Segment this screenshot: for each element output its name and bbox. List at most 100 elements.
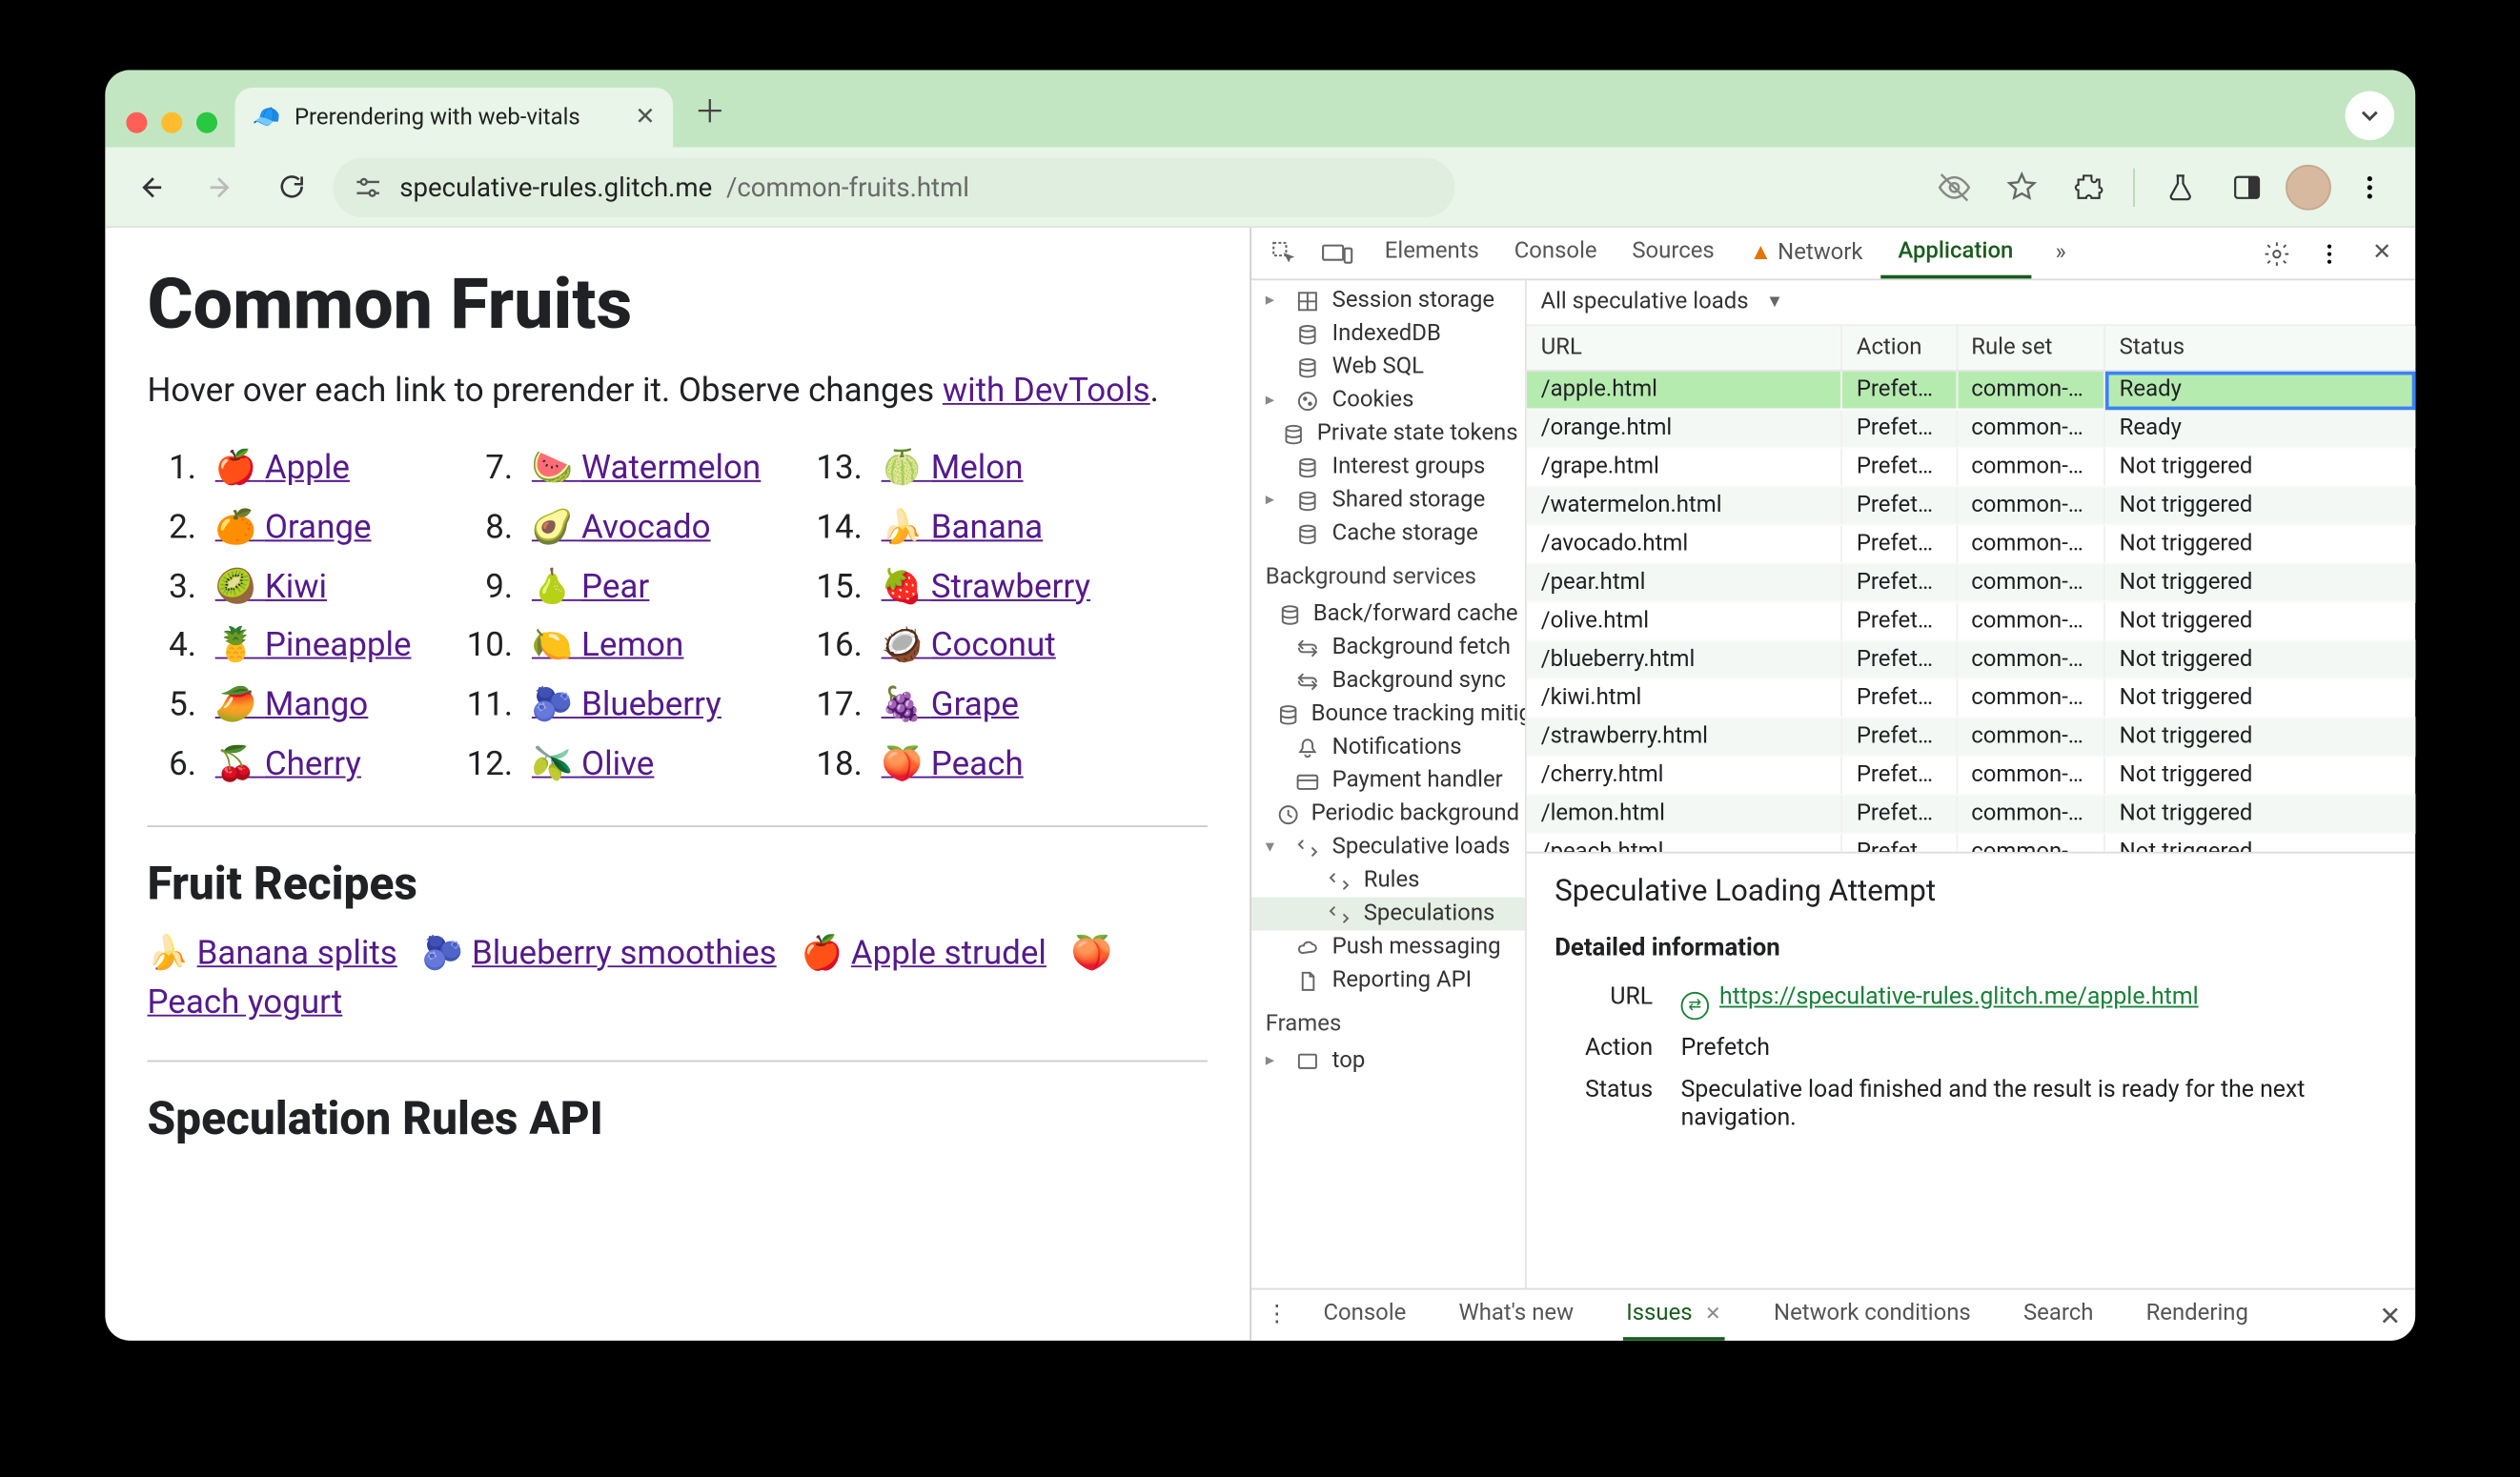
drawer-tab-search[interactable]: Search bbox=[2020, 1290, 2097, 1341]
sidebar-item[interactable]: Speculations bbox=[1251, 898, 1525, 931]
table-row[interactable]: /avocado.htmlPrefetchcommon-…Not trigger… bbox=[1527, 525, 2415, 563]
lead-link[interactable]: with DevTools bbox=[943, 370, 1150, 410]
drawer-tab-console[interactable]: Console bbox=[1320, 1290, 1410, 1341]
profile-avatar[interactable] bbox=[2286, 164, 2331, 210]
table-row[interactable]: /watermelon.htmlPrefetchcommon-…Not trig… bbox=[1527, 486, 2415, 524]
table-row[interactable]: /kiwi.htmlPrefetchcommon-…Not triggered bbox=[1527, 679, 2415, 718]
table-row[interactable]: /pear.htmlPrefetchcommon-…Not triggered bbox=[1527, 563, 2415, 601]
table-row[interactable]: /strawberry.htmlPrefetchcommon-…Not trig… bbox=[1527, 718, 2415, 756]
close-window-button[interactable] bbox=[126, 112, 147, 133]
fruit-link[interactable]: 🫒 Olive bbox=[532, 743, 654, 783]
detail-url-link[interactable]: https://speculative-rules.glitch.me/appl… bbox=[1719, 983, 2199, 1011]
fruit-link[interactable]: 🍊 Orange bbox=[215, 506, 372, 546]
fruit-link[interactable]: 🥝 Kiwi bbox=[215, 565, 327, 605]
devtools-settings-button[interactable] bbox=[2254, 231, 2300, 276]
tabs-dropdown-button[interactable] bbox=[2346, 91, 2394, 140]
fruit-link[interactable]: 🥥 Coconut bbox=[882, 624, 1056, 664]
address-bar[interactable]: speculative-rules.glitch.me/common-fruit… bbox=[333, 157, 1454, 217]
sidebar-item[interactable]: ▸top bbox=[1251, 1044, 1525, 1078]
recipe-link[interactable]: Banana splits bbox=[197, 932, 397, 972]
fruit-link[interactable]: 🍒 Cherry bbox=[215, 743, 361, 783]
column-header[interactable]: Action bbox=[1841, 326, 1956, 371]
devtools-tab-network[interactable]: ▲ Network bbox=[1732, 228, 1880, 278]
sidebar-item[interactable]: Back/forward cache bbox=[1251, 597, 1525, 631]
close-icon[interactable]: ✕ bbox=[1705, 1302, 1721, 1325]
sidebar-item[interactable]: Notifications bbox=[1251, 731, 1525, 764]
fruit-link[interactable]: 🍑 Peach bbox=[882, 743, 1024, 783]
fruit-link[interactable]: 🍍 Pineapple bbox=[215, 624, 412, 664]
close-tab-icon[interactable]: ✕ bbox=[635, 104, 656, 132]
labs-button[interactable] bbox=[2152, 158, 2208, 214]
devtools-tab-elements[interactable]: Elements bbox=[1367, 228, 1496, 278]
chrome-menu-button[interactable] bbox=[2342, 158, 2398, 214]
sidebar-item[interactable]: Background sync bbox=[1251, 664, 1525, 698]
new-tab-button[interactable]: ＋ bbox=[683, 88, 736, 148]
recipe-link[interactable]: Apple strudel bbox=[851, 932, 1047, 972]
sidebar-item[interactable]: Background fetch bbox=[1251, 631, 1525, 664]
table-row[interactable]: /blueberry.htmlPrefetchcommon-…Not trigg… bbox=[1527, 640, 2415, 678]
table-row[interactable]: /apple.htmlPrefetchcommon-…Ready bbox=[1527, 371, 2415, 409]
fruit-link[interactable]: 🍐 Pear bbox=[532, 565, 649, 605]
sidebar-item[interactable]: ▾Speculative loads bbox=[1251, 831, 1525, 864]
table-row[interactable]: /grape.htmlPrefetchcommon-…Not triggered bbox=[1527, 448, 2415, 486]
fruit-link[interactable]: 🍎 Apple bbox=[215, 447, 350, 487]
maximize-window-button[interactable] bbox=[196, 112, 217, 133]
sidebar-item[interactable]: IndexedDB bbox=[1251, 317, 1525, 351]
browser-tab[interactable]: 🧢 Prerendering with web-vitals ✕ bbox=[234, 88, 673, 148]
speculations-filter[interactable]: All speculative loads ▼ bbox=[1527, 280, 2415, 326]
drawer-tab-network-conditions[interactable]: Network conditions bbox=[1770, 1290, 1974, 1341]
devtools-menu-button[interactable] bbox=[2307, 231, 2352, 276]
sidebar-item[interactable]: Private state tokens bbox=[1251, 417, 1525, 451]
more-tabs-button[interactable]: » bbox=[2038, 230, 2083, 277]
bookmark-button[interactable] bbox=[1993, 158, 2049, 214]
drawer-tab-issues[interactable]: Issues ✕ bbox=[1623, 1290, 1725, 1341]
column-header[interactable]: Rule set bbox=[1956, 326, 2103, 371]
fruit-link[interactable]: 🍈 Melon bbox=[882, 447, 1024, 487]
column-header[interactable]: Status bbox=[2104, 326, 2415, 371]
drawer-close-button[interactable]: ✕ bbox=[2379, 1300, 2401, 1331]
fruit-link[interactable]: 🍓 Strawberry bbox=[882, 565, 1090, 605]
table-row[interactable]: /lemon.htmlPrefetchcommon-…Not triggered bbox=[1527, 795, 2415, 833]
side-panel-button[interactable] bbox=[2219, 158, 2275, 214]
fruit-link[interactable]: 🫐 Blueberry bbox=[532, 684, 721, 724]
drawer-tab-what-s-new[interactable]: What's new bbox=[1455, 1290, 1577, 1341]
sidebar-item[interactable]: Periodic background sync bbox=[1251, 798, 1525, 831]
drawer-tab-rendering[interactable]: Rendering bbox=[2143, 1290, 2252, 1341]
table-row[interactable]: /cherry.htmlPrefetchcommon-…Not triggere… bbox=[1527, 757, 2415, 795]
sidebar-item[interactable]: Interest groups bbox=[1251, 451, 1525, 484]
sidebar-item[interactable]: ▸Shared storage bbox=[1251, 484, 1525, 517]
sidebar-item[interactable]: Web SQL bbox=[1251, 351, 1525, 384]
sidebar-item[interactable]: Rules bbox=[1251, 864, 1525, 898]
incognito-hint-icon[interactable] bbox=[1926, 158, 1982, 214]
sidebar-item[interactable]: Payment handler bbox=[1251, 764, 1525, 798]
device-toolbar-button[interactable] bbox=[1314, 231, 1360, 276]
back-button[interactable] bbox=[123, 158, 179, 214]
recipe-link[interactable]: Peach yogurt bbox=[147, 982, 342, 1022]
fruit-link[interactable]: 🥭 Mango bbox=[215, 684, 369, 724]
inspect-button[interactable] bbox=[1262, 231, 1308, 276]
sidebar-item[interactable]: Reporting API bbox=[1251, 963, 1525, 997]
column-header[interactable]: URL bbox=[1527, 326, 1841, 371]
devtools-tab-console[interactable]: Console bbox=[1496, 228, 1615, 278]
table-row[interactable]: /orange.htmlPrefetchcommon-…Ready bbox=[1527, 409, 2415, 447]
minimize-window-button[interactable] bbox=[161, 112, 182, 133]
fruit-link[interactable]: 🍌 Banana bbox=[882, 506, 1044, 546]
fruit-link[interactable]: 🥑 Avocado bbox=[532, 506, 711, 546]
extensions-button[interactable] bbox=[2060, 158, 2116, 214]
site-settings-icon[interactable] bbox=[354, 174, 381, 199]
sidebar-item[interactable]: Cache storage bbox=[1251, 517, 1525, 551]
sidebar-item[interactable]: Push messaging bbox=[1251, 931, 1525, 964]
devtools-tab-sources[interactable]: Sources bbox=[1615, 228, 1732, 278]
fruit-link[interactable]: 🍉 Watermelon bbox=[532, 447, 761, 487]
reload-button[interactable] bbox=[263, 158, 319, 214]
fruit-link[interactable]: 🍇 Grape bbox=[882, 684, 1019, 724]
devtools-tab-application[interactable]: Application bbox=[1880, 228, 2031, 278]
forward-button[interactable] bbox=[193, 158, 249, 214]
drawer-menu-button[interactable]: ⋮ bbox=[1266, 1302, 1289, 1328]
table-row[interactable]: /olive.htmlPrefetchcommon-…Not triggered bbox=[1527, 602, 2415, 640]
sidebar-item[interactable]: ▸Cookies bbox=[1251, 384, 1525, 417]
sidebar-item[interactable]: ▸Session storage bbox=[1251, 284, 1525, 317]
sidebar-item[interactable]: Bounce tracking mitigation bbox=[1251, 698, 1525, 731]
table-row[interactable]: /peach.htmlPrefetchcommon-…Not triggered bbox=[1527, 833, 2415, 851]
recipe-link[interactable]: Blueberry smoothies bbox=[472, 932, 777, 972]
